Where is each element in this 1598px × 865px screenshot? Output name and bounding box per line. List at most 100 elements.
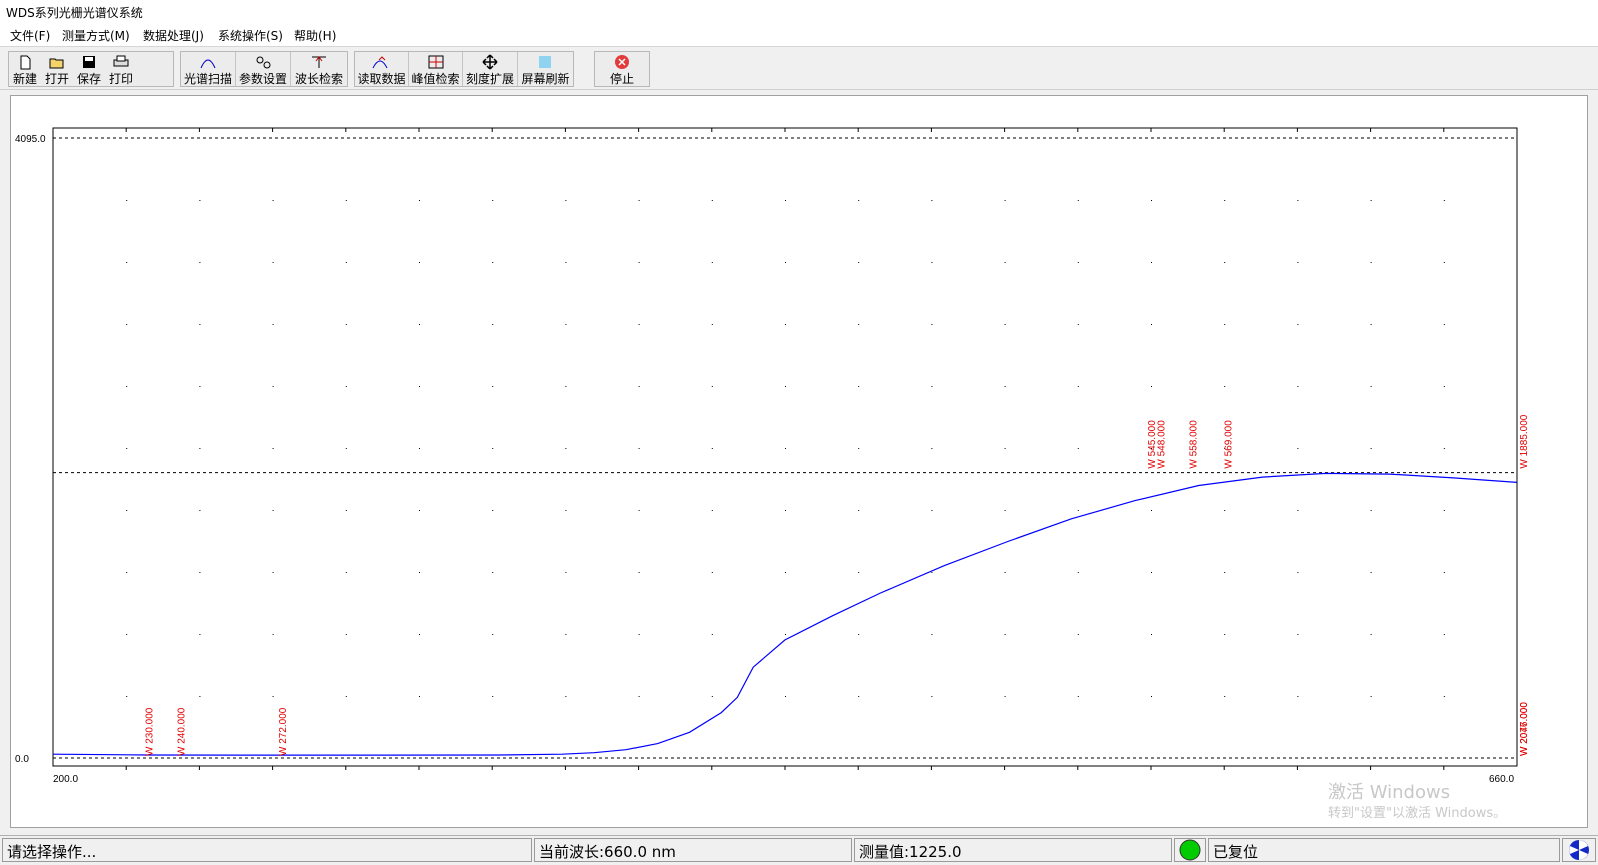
- grid-dot: [931, 572, 933, 573]
- grid-dot: [419, 386, 420, 387]
- grid-dot: [492, 386, 494, 387]
- grid-dot: [931, 200, 933, 201]
- grid-dot: [1004, 324, 1006, 325]
- grid-dot: [345, 572, 347, 573]
- grid-dot: [1151, 572, 1152, 573]
- grid-dot: [711, 696, 713, 697]
- grid-dot: [1004, 634, 1006, 635]
- grid-dot: [711, 448, 713, 449]
- status-indicator-icon: [1179, 839, 1201, 861]
- status-indicator-panel: [1174, 838, 1206, 862]
- grid-dot: [638, 634, 640, 635]
- grid-dot: [785, 634, 786, 635]
- new-button[interactable]: 新建: [9, 52, 41, 86]
- grid-dot: [1004, 448, 1006, 449]
- grid-dot: [345, 696, 347, 697]
- grid-dot: [1370, 572, 1372, 573]
- grid-dot: [638, 510, 640, 511]
- peak-annotation-label: W 569.000: [1223, 420, 1234, 469]
- grid-dot: [1443, 262, 1445, 263]
- grid-dot: [711, 510, 713, 511]
- grid-dot: [785, 324, 786, 325]
- grid-dot: [1370, 324, 1372, 325]
- grid-dot: [419, 510, 420, 511]
- status-logo-panel: [1562, 838, 1596, 862]
- grid-dot: [1297, 200, 1299, 201]
- menu-help[interactable]: 帮助(H): [294, 27, 336, 44]
- grid-dot: [858, 510, 860, 511]
- save-button[interactable]: 保存: [73, 52, 105, 86]
- grid-dot: [199, 324, 201, 325]
- read-data-button[interactable]: 读取数据: [355, 52, 409, 86]
- grid-dot: [492, 324, 494, 325]
- status-measurement: 测量值:1225.0: [854, 838, 1172, 862]
- grid-dot: [345, 324, 347, 325]
- peak-search-button[interactable]: 峰值检索: [409, 52, 463, 86]
- file-toolbar-group: 新建 打开 保存 打印: [8, 51, 174, 87]
- spectrum-chart[interactable]: 4095.0 0.0 200.0 660.0 W 230.000 W 240.000 W 2…: [11, 96, 1587, 827]
- grid-dot: [1370, 200, 1372, 201]
- grid-dot: [1151, 200, 1152, 201]
- stop-icon: [615, 55, 629, 69]
- grid-dot: [711, 262, 713, 263]
- parameter-settings-button[interactable]: 参数设置: [236, 52, 291, 86]
- grid-dot: [1077, 324, 1079, 325]
- menu-measure[interactable]: 测量方式(M): [62, 27, 130, 44]
- grid-dot: [638, 262, 640, 263]
- scale-expand-button[interactable]: 刻度扩展: [463, 52, 518, 86]
- title-bar: WDS系列光栅光谱仪系统: [0, 0, 1598, 25]
- grid-dot: [711, 324, 713, 325]
- grid-dot: [1297, 572, 1299, 573]
- grid-dot: [565, 572, 567, 573]
- grid-dot: [272, 386, 274, 387]
- grid-dot: [1224, 696, 1226, 697]
- spinner-logo-icon: [1569, 840, 1589, 860]
- print-button[interactable]: 打印: [105, 52, 137, 86]
- grid-dot: [858, 200, 860, 201]
- grid-dot: [1370, 696, 1372, 697]
- spectrum-series-line: [52, 472, 1518, 756]
- grid-dot: [565, 696, 567, 697]
- grid-dot: [199, 262, 201, 263]
- grid-dot: [1443, 510, 1445, 511]
- grid-dot: [858, 324, 860, 325]
- grid-dot: [1004, 696, 1006, 697]
- grid-dot: [1077, 572, 1079, 573]
- grid-dot: [1443, 634, 1445, 635]
- grid-dot: [565, 448, 567, 449]
- grid-dot: [1297, 510, 1299, 511]
- grid-dot: [126, 510, 128, 511]
- grid-dot: [345, 634, 347, 635]
- spectrum-scan-button[interactable]: 光谱扫描: [181, 52, 236, 86]
- grid-dot: [492, 696, 494, 697]
- wavelength-search-icon: [312, 56, 326, 68]
- grid-dot: [492, 200, 494, 201]
- menu-data[interactable]: 数据处理(J): [143, 27, 204, 44]
- spectrum-plot-frame[interactable]: 4095.0 0.0 200.0 660.0 W 230.000 W 240.000 W 2…: [10, 95, 1588, 828]
- grid-dot: [1077, 696, 1079, 697]
- grid-dot: [126, 386, 128, 387]
- data-toolbar-group: 读取数据 峰值检索 刻度扩展 屏幕刷新: [354, 51, 574, 87]
- peak-annotation-label: W 230.000: [144, 707, 155, 756]
- grid-dot: [1224, 200, 1226, 201]
- stop-button[interactable]: 停止: [595, 52, 649, 86]
- grid-dot: [638, 572, 640, 573]
- toolbar: 新建 打开 保存 打印 光谱扫描 参数设置 波长检索 读取数据 峰值检索 刻度扩…: [0, 46, 1598, 90]
- menu-file[interactable]: 文件(F): [10, 27, 50, 44]
- grid-dot: [565, 200, 567, 201]
- grid-dot: [126, 200, 128, 201]
- status-reset-state: 已复位: [1208, 838, 1560, 862]
- stop-toolbar-group: 停止: [594, 51, 650, 87]
- menu-system[interactable]: 系统操作(S): [218, 27, 283, 44]
- peak-annotation-label: W 2047.000: [1519, 702, 1530, 756]
- wavelength-search-button[interactable]: 波长检索: [291, 52, 347, 86]
- screen-refresh-button[interactable]: 屏幕刷新: [518, 52, 573, 86]
- save-disk-icon: [83, 56, 95, 68]
- grid-dot: [1224, 572, 1226, 573]
- grid-dot: [931, 696, 933, 697]
- grid-dot: [419, 200, 420, 201]
- grid-dot: [785, 696, 786, 697]
- grid-dot: [126, 324, 128, 325]
- grid-dot: [1297, 448, 1299, 449]
- open-button[interactable]: 打开: [41, 52, 73, 86]
